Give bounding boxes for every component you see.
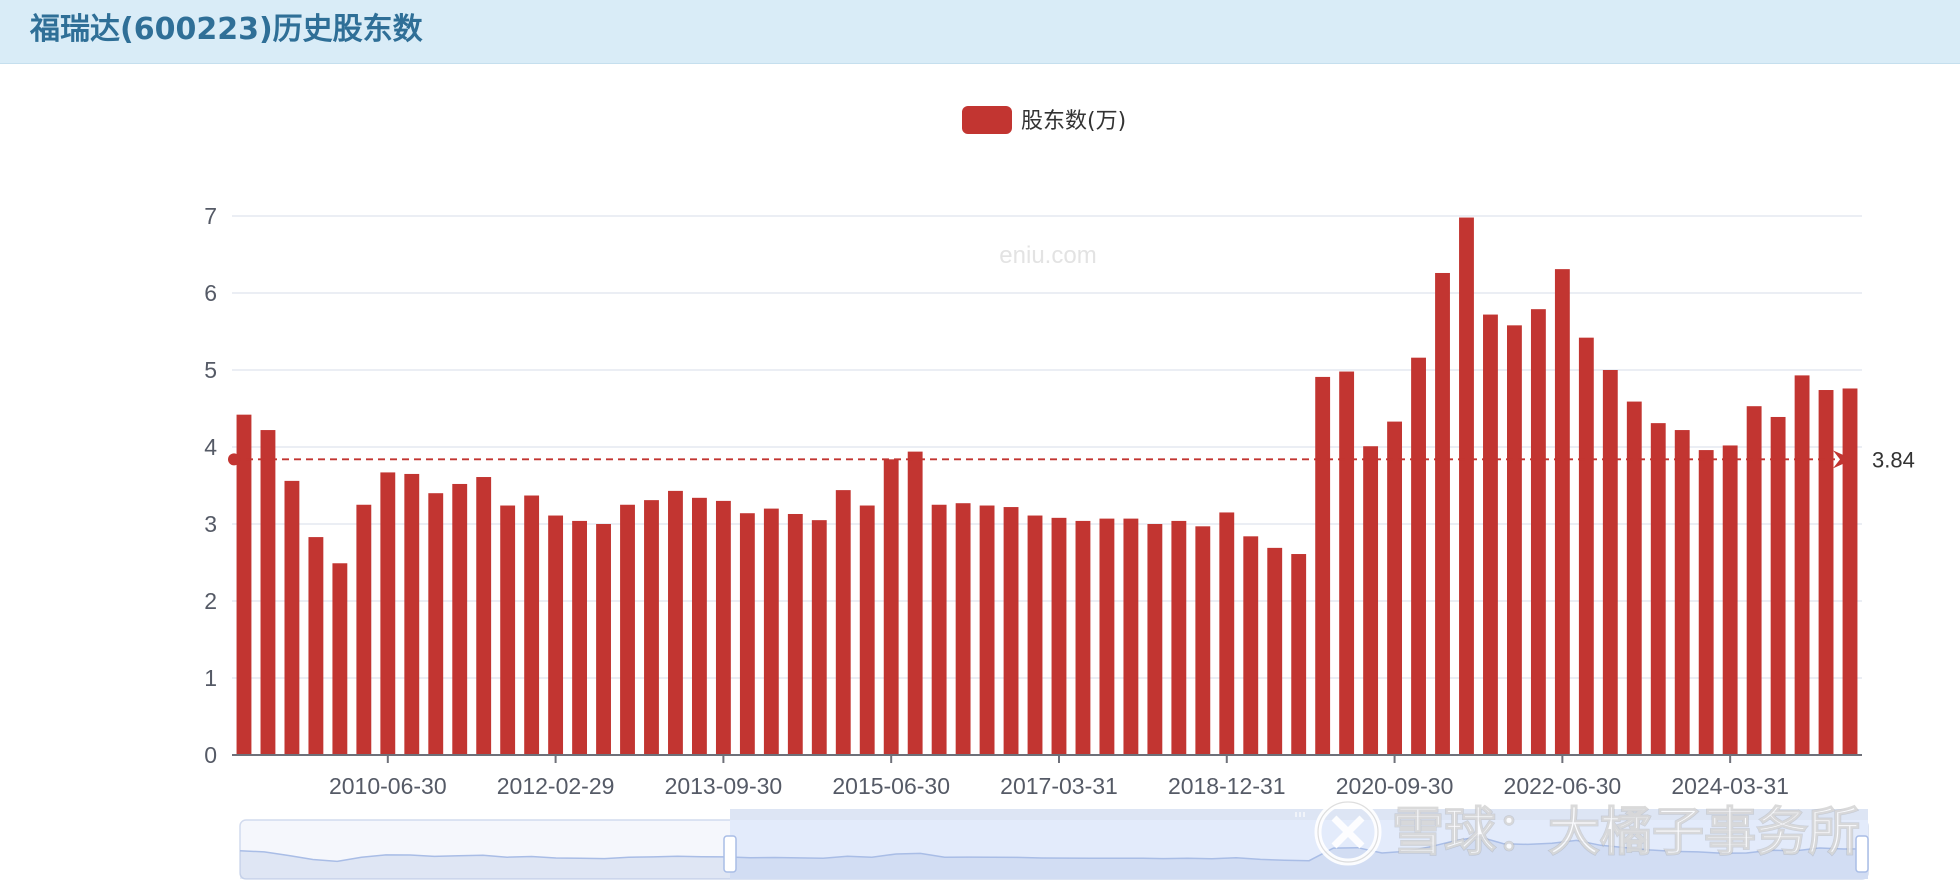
bar [1291,554,1307,755]
page-header: 福瑞达(600223)历史股东数 [0,0,1960,64]
zoom-handle-left [723,835,737,873]
bar [1674,430,1690,755]
x-tick-label: 2012-02-29 [497,773,615,799]
y-tick-label: 2 [204,588,217,614]
bar [476,477,492,755]
average-value-label: 3.84 [1872,447,1915,472]
x-axis: 2010-06-30 2012-02-29 2013-09-30 2015-06-30… [232,754,1862,799]
bar [1770,416,1786,755]
x-tick-label: 2020-09-30 [1336,773,1454,799]
shareholder-bar-chart: 股东数(万) eniu.com 0 1 2 3 4 5 6 7 2010-06-30 2012-… [204,106,1915,880]
watermark-text: eniu.com [999,242,1096,269]
bar [1099,518,1115,755]
bar [356,504,372,755]
bar [1506,325,1522,755]
legend-label[interactable]: 股东数(万) [1021,109,1126,134]
bar [907,451,923,755]
bar [1626,401,1642,755]
y-tick-label: 6 [204,280,217,306]
bar [1243,536,1259,755]
x-tick-label: 2022-06-30 [1504,773,1622,799]
bar [1578,337,1594,755]
bar [428,493,444,755]
bar [1267,547,1283,755]
bar [1842,388,1858,755]
bar [572,520,588,755]
bar [548,515,564,755]
bar [835,490,851,755]
bar [500,505,516,755]
bar [1650,423,1666,755]
bar [1003,507,1019,755]
bar [1075,520,1091,755]
y-tick-label: 7 [204,203,217,229]
bar [1435,272,1450,755]
bar [452,483,468,755]
xueqiu-watermark-text: 雪球：大橘子事务所 [1392,803,1860,863]
bar [380,472,396,755]
chart-legend[interactable]: 股东数(万) [962,106,1126,134]
bar [811,520,827,755]
bar [1818,390,1834,755]
bar [931,504,947,755]
bar [404,473,420,755]
y-axis: 0 1 2 3 4 5 6 7 [204,203,217,768]
y-tick-label: 5 [204,357,217,383]
y-tick-label: 3 [204,511,217,537]
y-tick-label: 4 [204,434,217,460]
bar [596,524,611,755]
bar [1483,314,1498,755]
bar [1602,370,1618,755]
bar [284,480,300,755]
bar [1722,445,1738,755]
bar [739,513,755,755]
bar [668,490,683,755]
bar [1794,375,1810,755]
bar [1171,520,1187,755]
bar [260,430,276,755]
y-tick-label: 1 [204,665,217,691]
bar [1411,357,1426,755]
bar [955,503,971,755]
x-tick-label: 2018-12-31 [1168,773,1286,799]
page-title: 福瑞达(600223)历史股东数 [30,12,423,47]
bar [332,563,348,755]
y-tick-label: 0 [204,742,217,768]
bar [715,500,731,755]
mark-line-start-dot [228,453,240,466]
bar [859,505,875,755]
bar [1219,512,1235,755]
x-tick-label: 2010-06-30 [329,773,447,799]
bar [1123,518,1139,755]
bar [620,504,635,755]
x-tick-label: 2024-03-31 [1671,773,1789,799]
bar [1315,376,1331,755]
bar [691,497,707,755]
bar [1530,309,1546,755]
bar [236,414,252,755]
bar [1027,515,1043,755]
bar [787,513,803,755]
bar [524,495,540,755]
bar [1459,217,1474,756]
x-tick-label: 2013-09-30 [665,773,783,799]
bar [1554,269,1570,755]
x-tick-label: 2015-06-30 [832,773,950,799]
xueqiu-watermark: 雪球：大橘子事务所 [1314,798,1861,866]
x-tick-label: 2017-03-31 [1000,773,1118,799]
bar-series [236,217,1858,756]
bar [1387,421,1403,755]
bar [1698,450,1714,755]
bar [308,537,324,755]
bar [763,508,779,755]
bar [1051,517,1067,755]
bar [883,459,899,755]
bar [1147,524,1163,755]
bar [1339,371,1355,755]
bar [979,505,995,755]
bar [1195,526,1211,755]
bar [1363,446,1379,755]
bar [644,500,659,755]
legend-swatch[interactable] [962,106,1012,134]
